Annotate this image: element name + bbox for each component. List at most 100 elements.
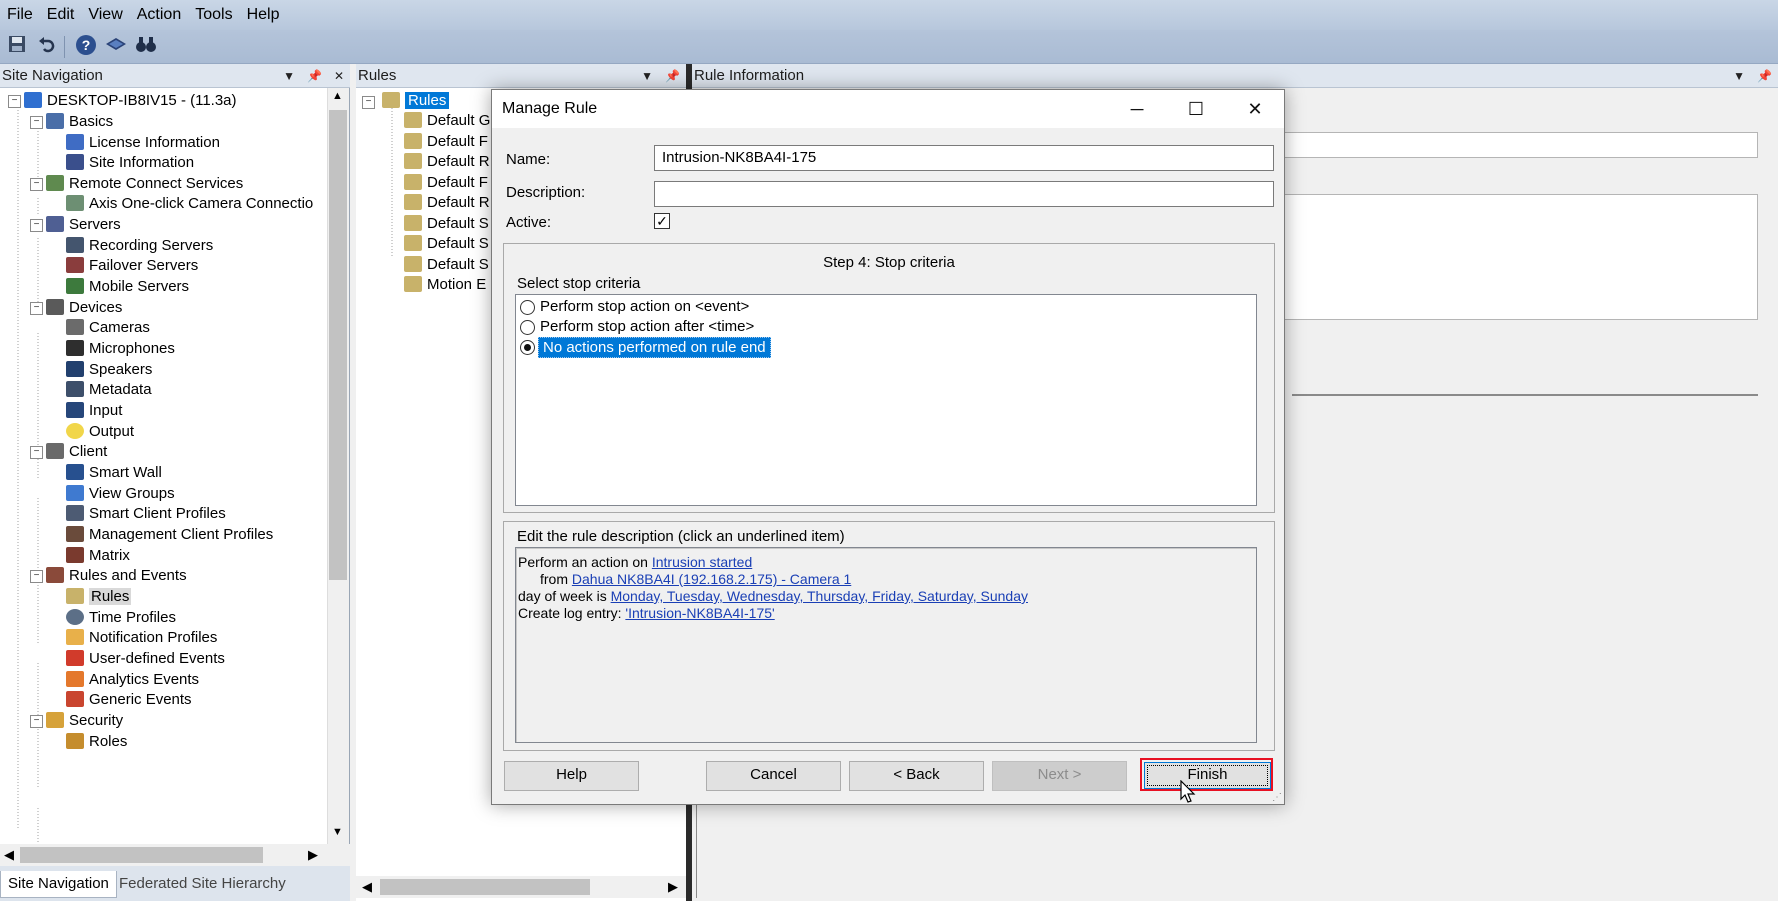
menu-view[interactable]: View xyxy=(81,0,129,24)
tree-user-defined-events[interactable]: User-defined Events xyxy=(66,648,225,670)
tree-output[interactable]: Output xyxy=(66,421,134,443)
finish-button[interactable]: Finish xyxy=(1144,762,1271,789)
collapse-icon[interactable]: − xyxy=(30,715,43,728)
rule-item[interactable]: Default R xyxy=(404,151,490,173)
help-button[interactable]: Help xyxy=(504,761,639,791)
rule-item[interactable]: Default R xyxy=(404,192,490,214)
rule-item[interactable]: Default F xyxy=(404,131,488,153)
tree-smart-client-profiles[interactable]: Smart Client Profiles xyxy=(66,503,226,525)
tree-notification-profiles[interactable]: Notification Profiles xyxy=(66,627,217,649)
connect-icon[interactable] xyxy=(104,34,128,58)
tree-servers[interactable]: − Servers xyxy=(30,214,121,236)
resize-grip-icon[interactable]: ⋰ xyxy=(1272,792,1282,803)
scroll-thumb[interactable] xyxy=(380,879,590,895)
event-link[interactable]: Intrusion started xyxy=(652,554,752,570)
tree-view-groups[interactable]: View Groups xyxy=(66,483,175,505)
scroll-right-icon[interactable]: ▶ xyxy=(308,847,318,863)
collapse-icon[interactable]: − xyxy=(30,302,43,315)
cancel-button[interactable]: Cancel xyxy=(706,761,841,791)
dropdown-icon[interactable]: ▼ xyxy=(283,69,295,83)
menu-file[interactable]: File xyxy=(0,0,40,24)
nav-vertical-scroll-thumb[interactable] xyxy=(329,110,347,580)
log-entry-link[interactable]: 'Intrusion-NK8BA4I-175' xyxy=(625,605,774,621)
name-input[interactable]: Intrusion-NK8BA4I-175 xyxy=(654,145,1274,171)
nav-horizontal-scroll-thumb[interactable] xyxy=(20,847,263,863)
tree-security[interactable]: − Security xyxy=(30,710,123,732)
rule-item[interactable]: Motion E xyxy=(404,274,486,296)
scroll-right-icon[interactable]: ▶ xyxy=(668,879,678,895)
tree-management-client-profiles[interactable]: Management Client Profiles xyxy=(66,524,273,546)
rule-item[interactable]: Default S xyxy=(404,254,489,276)
tree-client[interactable]: − Client xyxy=(30,441,107,463)
source-link[interactable]: Dahua NK8BA4I (192.168.2.175) - Camera 1 xyxy=(572,571,851,587)
scroll-left-icon[interactable]: ◀ xyxy=(362,879,372,895)
option-no-actions[interactable]: No actions performed on rule end xyxy=(520,337,820,358)
undo-icon[interactable] xyxy=(35,34,59,58)
pin-icon[interactable]: 📌 xyxy=(665,69,680,83)
collapse-icon[interactable]: − xyxy=(30,178,43,191)
collapse-icon[interactable]: − xyxy=(8,95,21,108)
menu-action[interactable]: Action xyxy=(130,0,188,24)
collapse-icon[interactable]: − xyxy=(30,116,43,129)
tree-site-information[interactable]: Site Information xyxy=(66,152,194,174)
minimize-icon[interactable]: ─ xyxy=(1108,90,1166,128)
tree-devices[interactable]: − Devices xyxy=(30,297,122,319)
days-link[interactable]: Monday, Tuesday, Wednesday, Thursday, Fr… xyxy=(611,588,1028,604)
collapse-icon[interactable]: − xyxy=(30,570,43,583)
rule-item[interactable]: Default G xyxy=(404,110,490,132)
tree-matrix[interactable]: Matrix xyxy=(66,545,130,567)
tree-speakers[interactable]: Speakers xyxy=(66,359,152,381)
tree-roles[interactable]: Roles xyxy=(66,731,127,753)
menu-tools[interactable]: Tools xyxy=(188,0,239,24)
tab-site-navigation[interactable]: Site Navigation xyxy=(0,871,117,898)
save-icon[interactable] xyxy=(5,34,29,58)
tree-axis-one-click[interactable]: Axis One-click Camera Connectio xyxy=(66,193,313,215)
collapse-icon[interactable]: − xyxy=(30,446,43,459)
maximize-icon[interactable]: ☐ xyxy=(1167,90,1225,128)
tree-root[interactable]: − DESKTOP-IB8IV15 - (11.3a) xyxy=(8,90,237,112)
tree-generic-events[interactable]: Generic Events xyxy=(66,689,192,711)
dropdown-icon[interactable]: ▼ xyxy=(1733,69,1745,83)
pin-icon[interactable]: 📌 xyxy=(1757,69,1772,83)
radio-no-actions[interactable] xyxy=(520,340,535,355)
find-icon[interactable] xyxy=(134,34,158,58)
tree-recording-servers[interactable]: Recording Servers xyxy=(66,235,213,257)
active-checkbox[interactable]: ✓ xyxy=(654,213,670,229)
rules-horizontal-scrollbar[interactable]: ◀ ▶ xyxy=(356,876,686,898)
menu-edit[interactable]: Edit xyxy=(40,0,82,24)
scroll-down-icon[interactable]: ▼ xyxy=(332,826,343,838)
collapse-icon[interactable]: − xyxy=(30,219,43,232)
tree-license-information[interactable]: License Information xyxy=(66,132,220,154)
rule-item[interactable]: Default S xyxy=(404,213,489,235)
radio-stop-after-time[interactable] xyxy=(520,320,535,335)
tree-input[interactable]: Input xyxy=(66,400,122,422)
close-icon[interactable]: ✕ xyxy=(334,69,344,83)
tree-metadata[interactable]: Metadata xyxy=(66,379,152,401)
tree-failover-servers[interactable]: Failover Servers xyxy=(66,255,198,277)
next-button[interactable]: Next > xyxy=(992,761,1127,791)
tree-analytics-events[interactable]: Analytics Events xyxy=(66,669,199,691)
tree-cameras[interactable]: Cameras xyxy=(66,317,150,339)
rule-item[interactable]: Default S xyxy=(404,233,489,255)
menu-help[interactable]: Help xyxy=(240,0,287,24)
tree-smart-wall[interactable]: Smart Wall xyxy=(66,462,162,484)
tree-rules-and-events[interactable]: − Rules and Events xyxy=(30,565,187,587)
tree-rules[interactable]: Rules xyxy=(66,586,132,608)
close-icon[interactable]: ✕ xyxy=(1226,90,1284,128)
help-icon[interactable]: ? xyxy=(74,34,98,58)
tree-microphones[interactable]: Microphones xyxy=(66,338,175,360)
tree-mobile-servers[interactable]: Mobile Servers xyxy=(66,276,189,298)
description-input[interactable] xyxy=(654,181,1274,207)
dropdown-icon[interactable]: ▼ xyxy=(641,69,653,83)
back-button[interactable]: < Back xyxy=(849,761,984,791)
radio-stop-on-event[interactable] xyxy=(520,300,535,315)
tree-remote-connect-services[interactable]: − Remote Connect Services xyxy=(30,173,243,195)
option-stop-after-time[interactable]: Perform stop action after <time> xyxy=(520,317,820,337)
tree-time-profiles[interactable]: Time Profiles xyxy=(66,607,176,629)
rule-item[interactable]: Default F xyxy=(404,172,488,194)
scroll-left-icon[interactable]: ◀ xyxy=(4,847,14,863)
tree-basics[interactable]: − Basics xyxy=(30,111,113,133)
option-stop-on-event[interactable]: Perform stop action on <event> xyxy=(520,297,820,317)
tab-federated-site-hierarchy[interactable]: Federated Site Hierarchy xyxy=(112,871,293,897)
scroll-up-icon[interactable]: ▲ xyxy=(332,90,343,102)
